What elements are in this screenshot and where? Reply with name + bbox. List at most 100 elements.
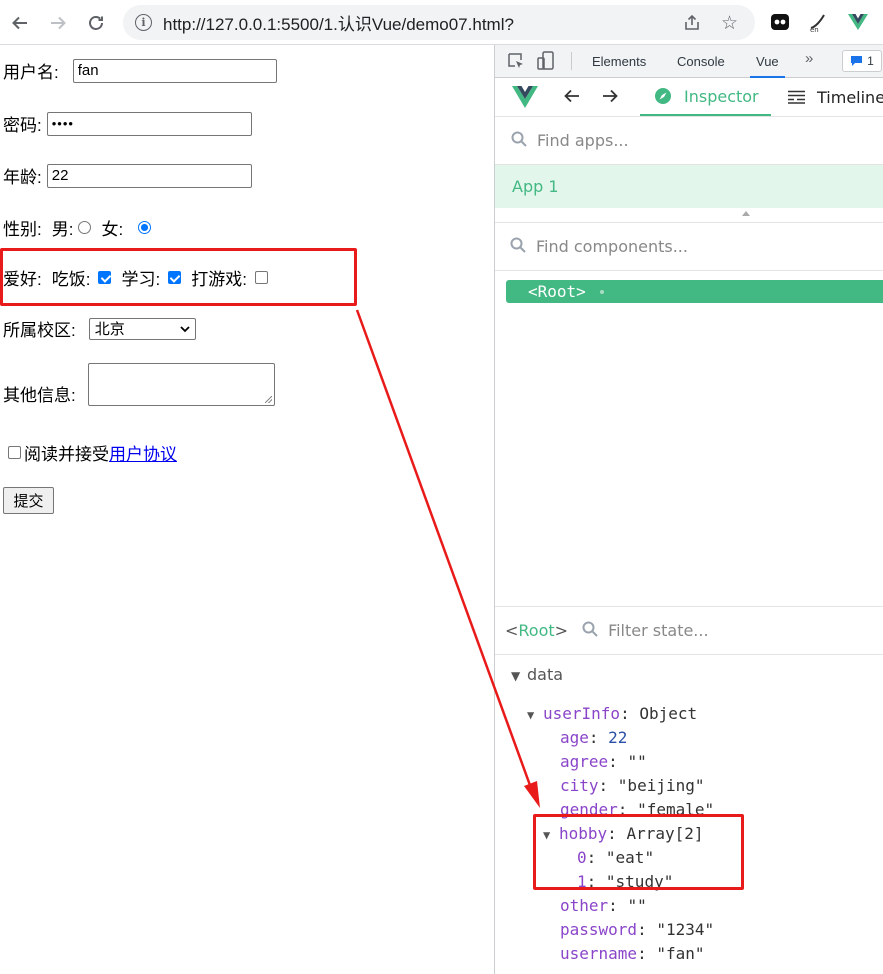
inspector-label: Inspector [684, 86, 759, 106]
campus-label: 所属校区: [3, 321, 76, 340]
campus-select[interactable]: 北京 [88, 317, 196, 340]
inspect-element-icon[interactable] [507, 52, 525, 73]
back-arrow-icon[interactable] [563, 88, 581, 109]
find-apps-input[interactable]: Find apps... [537, 131, 629, 150]
submit-row: 提交 [3, 487, 54, 514]
tab-inspector[interactable]: Inspector [640, 78, 771, 116]
gender-label: 性别: [3, 220, 42, 239]
username-row: 用户名: fan [3, 58, 277, 83]
other-info-textarea[interactable] [87, 363, 275, 406]
back-icon[interactable] [5, 8, 35, 38]
timeline-label: Timeline [817, 87, 883, 107]
more-tabs-icon[interactable]: » [805, 50, 813, 67]
component-tree-root[interactable]: <Root> [506, 280, 883, 303]
selected-component: <Root> [505, 621, 569, 640]
other-info-label-text: 其他信息: [3, 386, 76, 405]
compass-icon [655, 88, 671, 104]
app-name: App 1 [512, 177, 559, 196]
reload-icon[interactable] [81, 8, 111, 38]
page-content: 用户名: fan 密码: •••• 年龄: 22 性别: 男: 女: 爱好: 吃… [0, 45, 494, 974]
search-icon [582, 621, 598, 641]
selected-component-name: Root [518, 621, 555, 640]
find-apps-bar[interactable]: Find apps... [495, 117, 883, 165]
age-row: 年龄: 22 [3, 163, 252, 188]
vue-devtools-extension-icon[interactable] [846, 10, 870, 34]
password-label: 密码: [3, 116, 42, 135]
find-components-input[interactable]: Find components... [536, 237, 688, 256]
tab-vue[interactable]: Vue [750, 54, 785, 78]
vue-logo-icon [512, 86, 538, 113]
age-input[interactable]: 22 [46, 163, 252, 188]
female-label: 女: [101, 220, 124, 239]
filter-state-input[interactable]: Filter state... [608, 621, 709, 640]
issues-badge[interactable]: 1 [842, 50, 882, 72]
address-bar[interactable]: i http://127.0.0.1:5500/1.认识Vue/demo07.h… [123, 5, 755, 40]
state-row-password[interactable]: password: "1234" [560, 920, 714, 939]
agree-checkbox[interactable] [8, 446, 21, 459]
message-icon [851, 56, 863, 66]
site-info-icon[interactable]: i [135, 14, 152, 31]
password-row: 密码: •••• [3, 111, 252, 136]
female-radio[interactable] [138, 221, 152, 234]
state-value: "1234" [656, 920, 715, 939]
collapse-triangle-icon: ▼ [511, 669, 521, 683]
submit-button[interactable]: 提交 [3, 487, 54, 514]
forward-arrow-icon[interactable] [601, 88, 619, 109]
tab-divider [571, 52, 572, 70]
state-row-userinfo[interactable]: ▼ userInfo: Object [527, 704, 697, 723]
vue-devtools-header: Inspector Timeline [495, 78, 883, 117]
state-row-agree[interactable]: agree: "" [560, 752, 647, 771]
state-key: age [560, 728, 589, 747]
data-section-label: data [527, 665, 564, 684]
root-component-tag: <Root> [528, 282, 586, 301]
state-key: password [560, 920, 638, 939]
devtools-tabbar: Elements Console Vue » 1 [495, 45, 883, 78]
gender-row: 性别: 男: 女: [3, 215, 161, 240]
search-icon [511, 131, 527, 151]
collapse-up-icon[interactable] [742, 211, 750, 216]
svg-text:en: en [810, 26, 819, 33]
user-agreement-link[interactable]: 用户协议 [109, 440, 177, 465]
state-key: userInfo [543, 704, 621, 723]
search-icon [510, 237, 526, 257]
male-radio[interactable] [78, 221, 92, 234]
browser-toolbar: i http://127.0.0.1:5500/1.认识Vue/demo07.h… [0, 0, 883, 45]
state-value: "beijing" [617, 776, 705, 795]
password-input[interactable]: •••• [46, 111, 252, 136]
state-key: city [560, 776, 599, 795]
collapse-triangle-icon: ▼ [527, 708, 535, 722]
username-input[interactable]: fan [72, 58, 277, 83]
address-url[interactable]: http://127.0.0.1:5500/1.认识Vue/demo07.htm… [163, 10, 514, 35]
campus-row: 所属校区: 北京 [3, 316, 196, 341]
tab-timeline[interactable]: Timeline [788, 78, 883, 116]
data-section-header[interactable]: ▼ data [511, 665, 563, 684]
state-row-username[interactable]: username: "fan" [560, 944, 705, 963]
timeline-icon [788, 90, 805, 104]
dot-icon [599, 289, 604, 294]
campus-select-value: 北京 [94, 321, 125, 338]
share-icon[interactable] [683, 14, 701, 37]
tab-elements[interactable]: Elements [592, 54, 646, 69]
other-info-row: 其他信息: [3, 363, 275, 406]
app-list-item[interactable]: App 1 [495, 165, 883, 208]
state-key: username [560, 944, 638, 963]
agree-text: 阅读并接受 [24, 445, 109, 464]
device-toolbar-icon[interactable] [537, 51, 555, 74]
extension-icon[interactable] [768, 10, 792, 34]
state-key: other [560, 896, 609, 915]
state-value: 22 [608, 728, 628, 747]
bookmark-star-icon[interactable]: ☆ [721, 12, 738, 34]
state-row-other[interactable]: other: "" [560, 896, 647, 915]
pane-splitter[interactable] [495, 208, 883, 223]
translate-extension-icon[interactable]: en [806, 10, 830, 34]
state-key: agree [560, 752, 609, 771]
state-row-city[interactable]: city: "beijing" [560, 776, 705, 795]
find-components-bar[interactable]: Find components... [495, 223, 883, 271]
state-value: "" [627, 752, 647, 771]
state-value: "" [627, 896, 647, 915]
state-value: "fan" [656, 944, 705, 963]
state-header: <Root> Filter state... [495, 606, 883, 655]
state-row-age[interactable]: age: 22 [560, 728, 627, 747]
tab-console[interactable]: Console [677, 54, 725, 69]
forward-icon[interactable] [43, 8, 73, 38]
